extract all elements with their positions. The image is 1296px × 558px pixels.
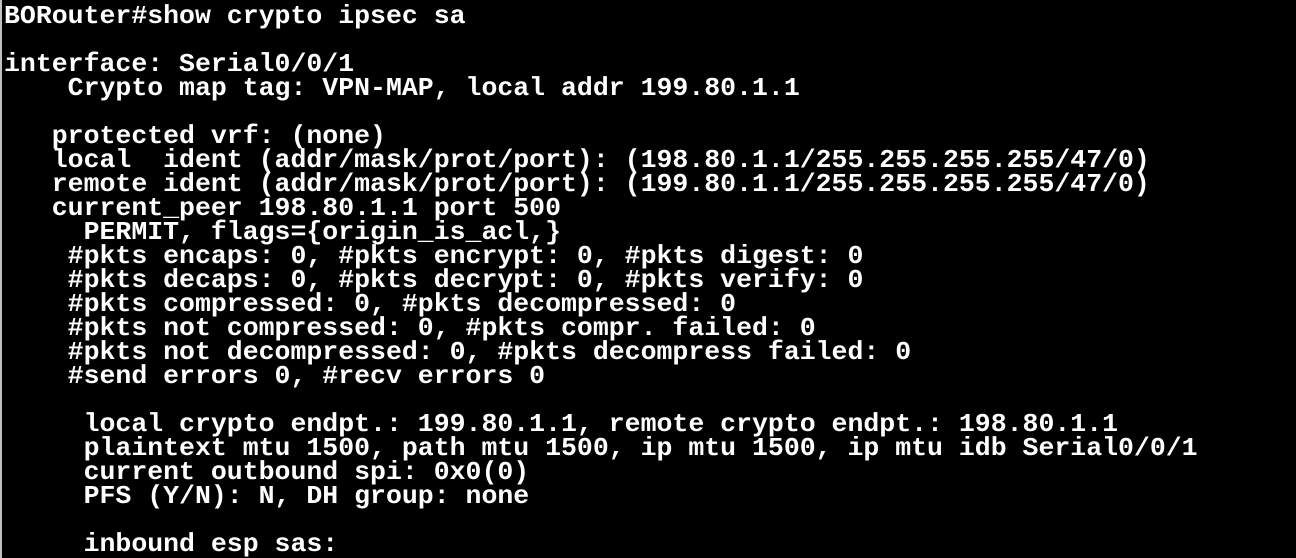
console-line-prompt: BORouter#show crypto ipsec sa [4, 1, 466, 31]
terminal-console[interactable]: BORouter#show crypto ipsec sa interface:… [0, 0, 1294, 558]
console-line: inbound esp sas: [4, 529, 339, 558]
console-line: #send errors 0, #recv errors 0 [4, 361, 546, 391]
console-line: PFS (Y/N): N, DH group: none [4, 481, 530, 511]
console-line: Crypto map tag: VPN-MAP, local addr 199.… [4, 73, 800, 103]
